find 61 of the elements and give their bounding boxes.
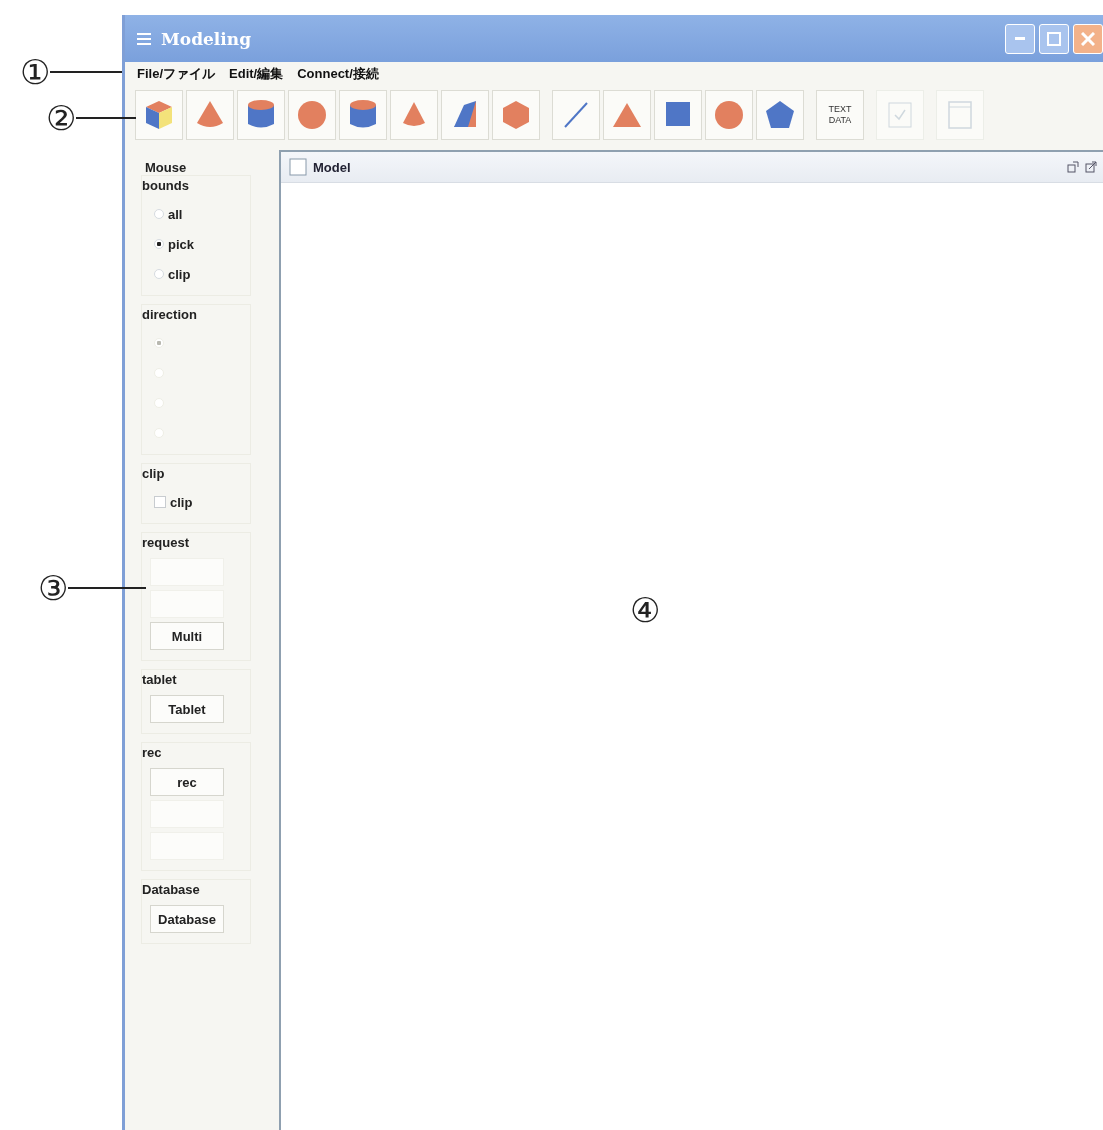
window-icon <box>945 99 975 131</box>
leader-line <box>76 117 137 119</box>
tool-button[interactable] <box>237 90 285 140</box>
tool-button[interactable] <box>705 90 753 140</box>
radio-button[interactable] <box>154 239 164 249</box>
panel-button[interactable]: rec <box>150 768 224 796</box>
maximize-icon <box>1047 31 1061 46</box>
circle-icon <box>714 99 744 131</box>
radio-option[interactable]: all <box>148 199 244 229</box>
panel-button[interactable]: Tablet <box>150 695 224 723</box>
callout-number: ① <box>20 54 51 90</box>
menu-item[interactable]: File/ファイル <box>137 65 215 83</box>
group-title: direction <box>142 307 198 324</box>
tool-button[interactable] <box>288 90 336 140</box>
panel-button[interactable]: Multi <box>150 622 224 650</box>
group-title: Database <box>142 882 201 899</box>
tool-button[interactable] <box>186 90 234 140</box>
minimize-button[interactable] <box>1005 23 1035 54</box>
group-title: rec <box>142 745 163 762</box>
text-data-button[interactable]: TEXT DATA <box>816 90 864 140</box>
checkbox-option[interactable]: clip <box>148 487 244 517</box>
radio-button[interactable] <box>154 269 164 279</box>
callout-number: ② <box>46 100 77 136</box>
menu-item[interactable]: Edit/編集 <box>229 65 284 83</box>
panel-heading: Mouse <box>144 159 188 175</box>
callout-number: ④ <box>630 592 661 628</box>
restore-icon <box>1067 161 1079 173</box>
group-title: clip <box>142 466 166 483</box>
menu-icon <box>137 32 151 45</box>
radio-button[interactable] <box>154 209 164 219</box>
check-icon <box>885 99 915 131</box>
sphere-icon <box>297 99 327 131</box>
checkbox[interactable] <box>154 496 166 508</box>
tool-button[interactable] <box>135 90 183 140</box>
callout-number: ③ <box>38 570 69 606</box>
tool-button[interactable] <box>492 90 540 140</box>
tool-button[interactable] <box>441 90 489 140</box>
tool-button[interactable] <box>552 90 600 140</box>
maximize-button[interactable] <box>1083 159 1099 175</box>
group-title: tablet <box>142 672 178 689</box>
tool-button[interactable] <box>390 90 438 140</box>
group-title: request <box>142 535 190 552</box>
cube-icon <box>144 99 174 131</box>
maximize-icon <box>1085 161 1097 173</box>
radio-option[interactable]: clip <box>148 259 244 289</box>
tool-button[interactable] <box>654 90 702 140</box>
group-title: bounds <box>142 178 190 195</box>
minimize-icon <box>1015 37 1025 40</box>
tool-button[interactable] <box>756 90 804 140</box>
hexagon-icon <box>501 99 531 131</box>
frame-icon <box>289 158 307 176</box>
tool-button[interactable] <box>339 90 387 140</box>
radio-option[interactable]: pick <box>148 229 244 259</box>
panel-button[interactable]: Database <box>150 905 224 933</box>
close-button[interactable] <box>1073 23 1103 54</box>
close-icon <box>1081 31 1095 46</box>
window-title: Modeling <box>161 28 252 49</box>
frame-title: Model <box>313 159 351 175</box>
pentagon-icon <box>765 99 795 131</box>
menu-item[interactable]: Connect/接続 <box>297 65 379 83</box>
tool-button[interactable] <box>603 90 651 140</box>
